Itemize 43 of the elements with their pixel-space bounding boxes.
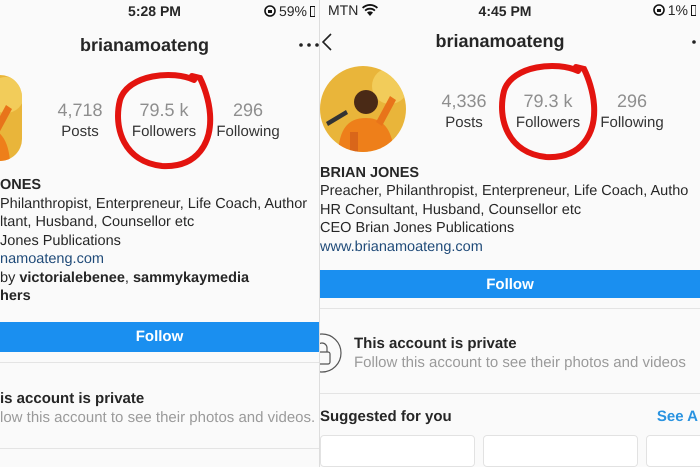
stat-label[interactable]: Posts [445, 114, 483, 132]
wifi-icon [362, 4, 378, 16]
profile-name: ONES [0, 176, 42, 194]
bio-line: Philanthropist, Enterpreneur, Life Coach, Author [0, 194, 308, 213]
bio-line: Jones Publications [0, 232, 121, 250]
bio-line: HR Consultant, Husband, Counsellor etc [320, 200, 582, 220]
followed-by-text[interactable]: hers [0, 287, 31, 306]
status-time: 4:45 PM [478, 3, 532, 19]
private-title: This account is private [354, 335, 517, 352]
stat-count: 79.3 k [523, 91, 573, 112]
rotation-lock-icon [264, 5, 276, 17]
rotation-lock-icon [652, 4, 665, 16]
battery-icon [310, 6, 315, 16]
status-time: 5:28 PM [128, 3, 181, 19]
stat-count: 296 [232, 100, 264, 121]
stat-label[interactable]: Following [216, 123, 280, 140]
stat-count: 79.5 k [139, 100, 189, 121]
profile-name: BRIAN JONES [320, 164, 420, 182]
stat-count: 4,336 [441, 91, 487, 112]
stat-label[interactable]: Following [600, 114, 664, 132]
stat-count: 4,718 [57, 100, 103, 121]
back-icon[interactable] [322, 32, 332, 51]
profile-username: brianamoateng [435, 31, 565, 52]
bio-line: Preacher, Philanthropist, Enterpreneur, Life Coach, Autho [320, 182, 688, 201]
website-link[interactable]: namoateng.com [0, 250, 104, 268]
profile-username: brianamoateng [80, 34, 210, 56]
bio-line: CEO Brian Jones Publications [320, 219, 514, 238]
website-link[interactable]: www.brianamoateng.com [320, 238, 483, 256]
battery-icon [691, 4, 696, 16]
carrier-name: MTN [328, 2, 358, 18]
private-title: is account is private [0, 390, 144, 406]
bio-line: ltant, Husband, Counsellor etc [0, 213, 194, 232]
section-title: Suggested for you [320, 408, 452, 425]
stat-label[interactable]: Posts [61, 123, 99, 140]
followed-by-text: by victorialebenee, sammykaymedia [0, 268, 250, 287]
stat-label[interactable]: Followers [516, 114, 580, 132]
private-subtitle: low this account to see their photos and videos. [0, 408, 316, 426]
battery-percent: 1% [668, 2, 688, 18]
more-icon[interactable] [299, 43, 319, 47]
private-subtitle: Follow this account to see their photos and videos [354, 354, 686, 371]
battery-percent: 59% [278, 3, 307, 19]
stat-count: 296 [616, 91, 648, 112]
stat-label[interactable]: Followers [132, 123, 196, 140]
